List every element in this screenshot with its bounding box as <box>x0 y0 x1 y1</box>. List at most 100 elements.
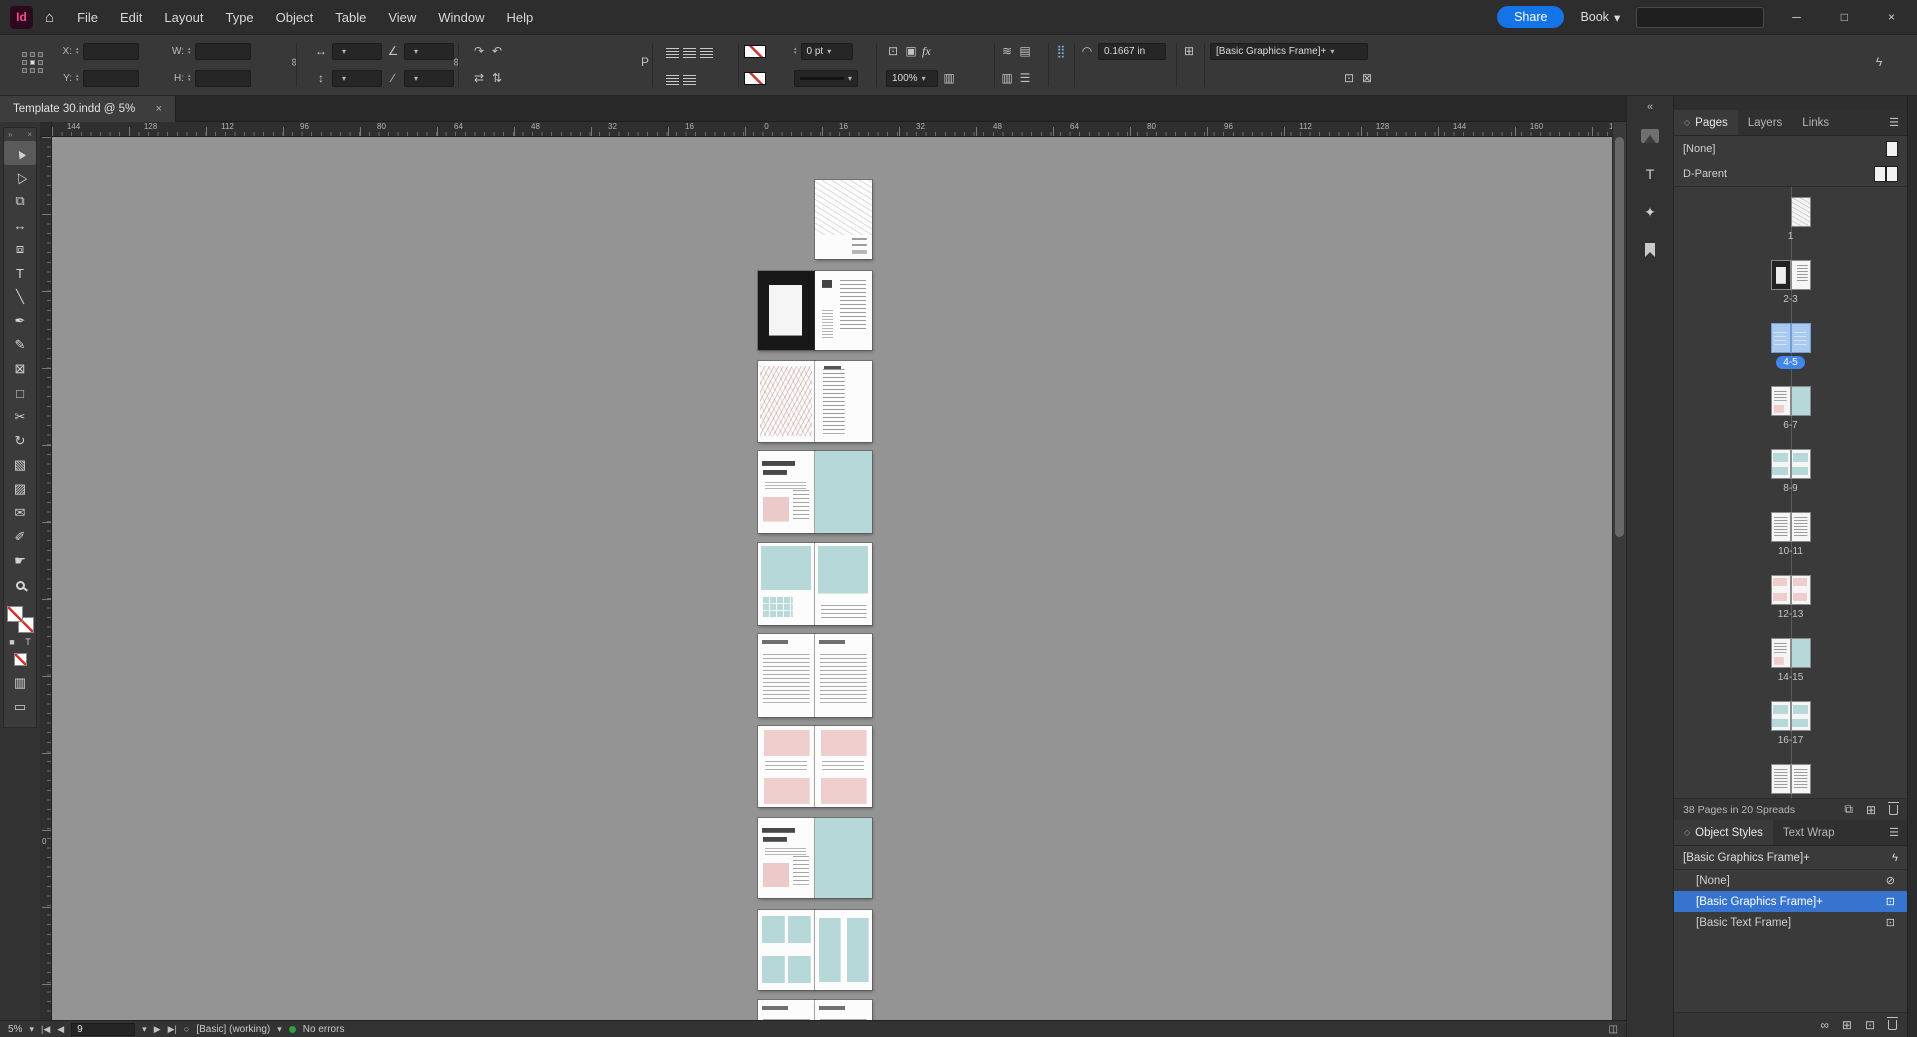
page-thumbnail[interactable] <box>815 1000 872 1020</box>
page-dropdown-icon[interactable]: ▾ <box>142 1024 147 1035</box>
scale-x-input[interactable] <box>332 42 382 60</box>
page-thumb[interactable] <box>1770 575 1791 605</box>
quick-apply-icon[interactable]: ϟ <box>1872 55 1886 69</box>
formatting-affects-text-icon[interactable]: T <box>22 636 34 648</box>
wrap-none-icon[interactable]: ≋ <box>1000 44 1014 58</box>
scrollbar-thumb[interactable] <box>1615 137 1624 537</box>
page-thumb[interactable] <box>1770 764 1791 794</box>
spread-pages-4-5[interactable] <box>758 361 872 442</box>
pages-item-16-17[interactable]: 16-17 <box>1770 701 1811 747</box>
zoom-tool[interactable] <box>4 573 36 597</box>
select-container-icon[interactable]: P <box>638 55 652 69</box>
opacity-input[interactable]: 100% <box>886 69 938 87</box>
gradient-swatch-tool[interactable]: ▧ <box>4 453 36 477</box>
align-left-icon[interactable] <box>666 47 679 59</box>
menu-table[interactable]: Table <box>324 10 377 25</box>
page-thumbnail[interactable] <box>815 361 872 442</box>
wrap-bounding-icon[interactable]: ▤ <box>1018 44 1032 58</box>
page-thumbnail[interactable] <box>758 543 815 625</box>
formatting-affects-container-icon[interactable]: ■ <box>6 636 18 648</box>
distribute-icon[interactable] <box>666 74 679 86</box>
page-thumb[interactable] <box>1790 575 1811 605</box>
pages-item-2-3[interactable]: 2-3 <box>1770 260 1811 306</box>
page-thumbnail[interactable] <box>815 543 872 625</box>
flip-horizontal-icon[interactable]: ⇄ <box>472 71 486 85</box>
spread-pages-14-15[interactable] <box>758 818 872 898</box>
page-thumbnail[interactable] <box>815 726 872 807</box>
page-thumb[interactable] <box>1790 449 1811 479</box>
corner-options-icon[interactable]: ◠ <box>1080 44 1094 58</box>
first-page-icon[interactable]: |◀ <box>41 1024 50 1035</box>
rotation-angle-input[interactable] <box>404 42 454 60</box>
view-options-button[interactable]: ▥ <box>4 671 36 695</box>
pages-item-4-5[interactable]: 4-5 <box>1770 323 1811 369</box>
menu-type[interactable]: Type <box>214 10 264 25</box>
home-icon[interactable]: ⌂ <box>33 9 66 26</box>
close-document-icon[interactable]: × <box>156 103 162 115</box>
book-dropdown[interactable]: Book ▾ <box>1580 10 1620 25</box>
tab-text-wrap[interactable]: Text Wrap <box>1773 820 1845 845</box>
note-tool[interactable]: ✉ <box>4 501 36 525</box>
collapse-panels-icon[interactable]: « <box>1640 101 1660 113</box>
master-d-parent-row[interactable]: D-Parent <box>1674 161 1907 186</box>
page-tool[interactable]: ⧉ <box>4 189 36 213</box>
page-thumbnail[interactable] <box>758 818 815 898</box>
page-thumbnail[interactable] <box>815 818 872 898</box>
restore-button[interactable]: □ <box>1829 10 1860 24</box>
document-tab[interactable]: Template 30.indd @ 5% × <box>0 96 176 122</box>
bookmarks-panel-icon[interactable] <box>1635 235 1665 265</box>
new-page-icon[interactable]: ⊞ <box>1866 803 1876 817</box>
page-thumb[interactable] <box>1770 449 1791 479</box>
y-input[interactable] <box>82 69 139 87</box>
expand-tools-icon[interactable]: » <box>8 130 12 139</box>
h-stepper[interactable] <box>188 74 191 82</box>
page-thumb[interactable] <box>1790 260 1811 290</box>
w-stepper[interactable] <box>188 47 191 55</box>
direct-selection-tool[interactable]: △ <box>4 165 36 189</box>
tab-pages[interactable]: ◇ Pages <box>1674 110 1738 135</box>
grid-view-icon[interactable]: ◫ <box>1609 1024 1618 1035</box>
page-thumbnail[interactable] <box>815 451 872 533</box>
menu-layout[interactable]: Layout <box>153 10 214 25</box>
spread-pages-6-7[interactable] <box>758 451 872 533</box>
pages-item-6-7[interactable]: 6-7 <box>1770 386 1811 432</box>
frame-fitting-icon[interactable]: ⣿ <box>1054 44 1068 58</box>
make-corner-icon[interactable]: ⊞ <box>1182 44 1196 58</box>
constrain-scale-icon[interactable]: ∞ <box>450 58 462 66</box>
pages-item-1[interactable]: 1 <box>1771 197 1811 243</box>
pen-tool[interactable]: ✒ <box>4 309 36 333</box>
spread-pages-8-9[interactable] <box>758 543 872 625</box>
spread-pages-12-13[interactable] <box>758 726 872 807</box>
tab-object-styles[interactable]: ◇ Object Styles <box>1674 820 1773 845</box>
free-transform-tool[interactable]: ↻ <box>4 429 36 453</box>
eyedropper-tool[interactable]: ✐ <box>4 525 36 549</box>
stroke-weight-stepper[interactable] <box>794 47 797 55</box>
gradient-feather-tool[interactable]: ▨ <box>4 477 36 501</box>
x-input[interactable] <box>82 42 139 60</box>
search-input[interactable] <box>1636 6 1765 28</box>
menu-edit[interactable]: Edit <box>109 10 153 25</box>
stroke-weight-input[interactable]: 0 pt <box>800 42 853 60</box>
close-button[interactable]: × <box>1876 10 1907 24</box>
page-thumbnail[interactable] <box>758 451 815 533</box>
fill-color-swatch[interactable] <box>744 71 766 85</box>
page-thumb[interactable] <box>1770 701 1791 731</box>
align-center-icon[interactable] <box>683 47 696 59</box>
horizontal-ruler[interactable]: 144 128 112 96 80 64 48 32 16 0 16 32 48 64 80 96 1… <box>52 122 1612 137</box>
page-thumbnail[interactable] <box>758 271 815 350</box>
next-page-icon[interactable]: ▶ <box>154 1024 161 1035</box>
height-input[interactable] <box>194 69 251 87</box>
page-thumbnail[interactable] <box>758 726 815 807</box>
flip-vertical-icon[interactable]: ⇅ <box>490 71 504 85</box>
rectangle-tool[interactable]: □ <box>4 381 36 405</box>
rotate-ccw-icon[interactable]: ↶ <box>490 44 504 58</box>
menu-object[interactable]: Object <box>265 10 325 25</box>
page-thumbnail[interactable] <box>815 634 872 717</box>
page-thumb[interactable] <box>1790 701 1811 731</box>
spread-pages-10-11[interactable] <box>758 634 872 717</box>
page-thumb[interactable] <box>1790 197 1811 227</box>
break-link-style-icon[interactable]: ⊠ <box>1360 71 1374 85</box>
tab-links[interactable]: Links <box>1792 110 1839 135</box>
delete-style-icon[interactable] <box>1887 1017 1898 1030</box>
page-thumbnail[interactable] <box>815 910 872 990</box>
